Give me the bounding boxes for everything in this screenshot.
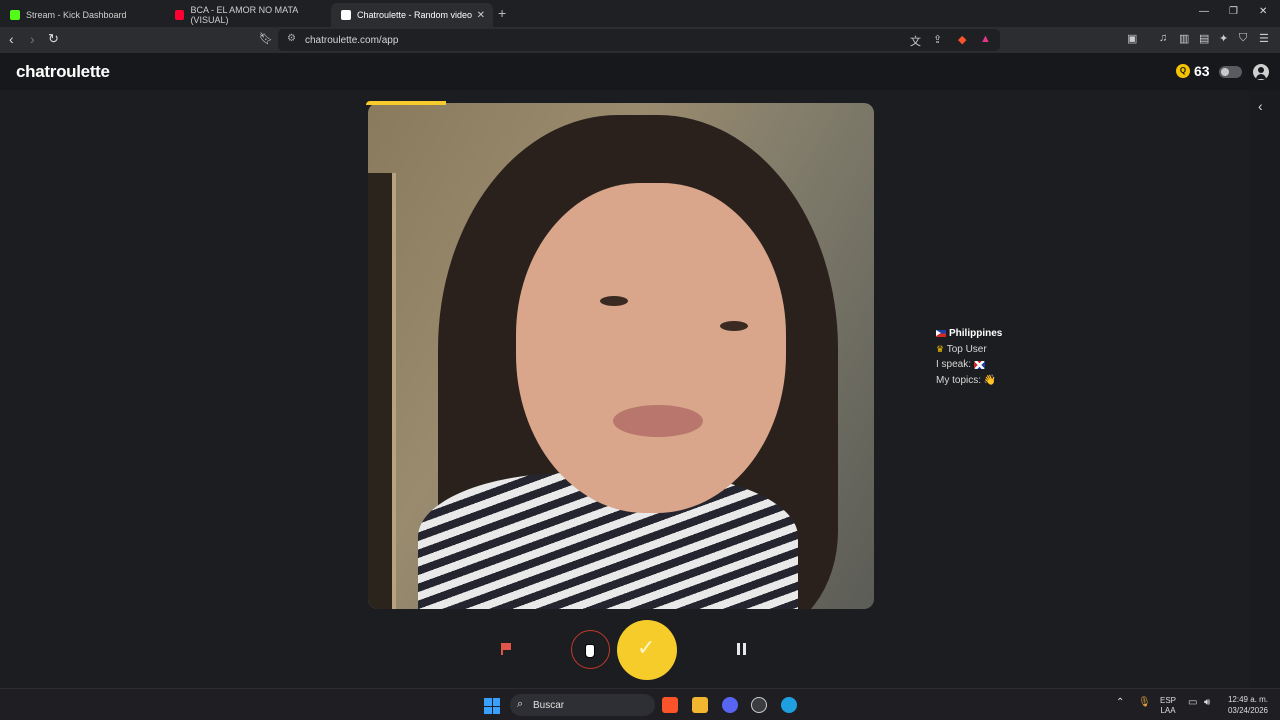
url-text: chatroulette.com/app: [305, 35, 399, 46]
app-icon[interactable]: [751, 697, 767, 713]
windows-start-icon[interactable]: [484, 698, 500, 714]
edge-icon[interactable]: [781, 697, 797, 713]
share-icon[interactable]: ⇪: [933, 33, 942, 46]
check-icon: ✓: [637, 635, 656, 660]
partner-country-row: Philippines: [936, 326, 1002, 342]
system-clock[interactable]: 12:49 a. m. 03/24/2026: [1224, 694, 1268, 716]
wallet-icon[interactable]: ▤: [1199, 32, 1209, 45]
profile-icon[interactable]: [1253, 64, 1269, 80]
microphone-icon[interactable]: 🎙︎: [1138, 697, 1151, 708]
brave-shields-icon[interactable]: ◆: [958, 33, 966, 46]
leo-ai-icon[interactable]: ✦: [1219, 32, 1228, 45]
video-eye: [600, 296, 628, 306]
reload-icon[interactable]: ↻: [48, 31, 59, 47]
music-icon[interactable]: ♫: [1159, 32, 1167, 44]
chevron-left-icon[interactable]: ‹: [1258, 98, 1263, 114]
clock-time: 12:49 a. m.: [1227, 695, 1268, 704]
partner-badge: Top User: [946, 343, 987, 355]
crown-icon: ♛: [936, 343, 945, 354]
forward-icon[interactable]: ›: [30, 31, 35, 47]
accept-button[interactable]: ✓: [617, 620, 677, 680]
partner-languages-row: I speak:: [936, 357, 1002, 373]
back-icon[interactable]: ‹: [9, 31, 14, 47]
partner-country: Philippines: [949, 328, 1003, 339]
chatroulette-tab-icon: [341, 10, 351, 20]
input-language[interactable]: ESP LAA: [1160, 696, 1176, 716]
partner-video: [368, 103, 874, 609]
browser-toolbar: ‹ › ↻ 🔖︎ ⚙︎ chatroulette.com/app 文 ⇪ ◆ ▲…: [0, 27, 1280, 53]
restore-icon[interactable]: ❐: [1229, 6, 1238, 17]
coin-icon: Q: [1176, 64, 1190, 78]
bookmark-icon[interactable]: 🔖︎: [259, 31, 273, 47]
new-tab-button[interactable]: +: [498, 5, 506, 21]
search-placeholder: Buscar: [533, 700, 565, 711]
video-lips: [613, 405, 703, 437]
pause-icon-bar: [743, 643, 746, 655]
chatroulette-logo[interactable]: chatroulette: [16, 62, 110, 82]
partner-info: Philippines ♛ Top User I speak: My topic…: [936, 326, 1002, 388]
browser-tab-bar: Stream - Kick Dashboard BCA - EL AMOR NO…: [0, 0, 1280, 27]
close-window-icon[interactable]: ✕: [1259, 6, 1267, 17]
video-person-face: [516, 183, 786, 513]
wave-icon: 👋: [983, 374, 997, 386]
report-button[interactable]: [500, 643, 512, 655]
tab-title: BCA - EL AMOR NO MATA (VISUAL): [190, 5, 298, 25]
tab-kick-dashboard[interactable]: Stream - Kick Dashboard: [0, 3, 165, 27]
brave-rewards-icon[interactable]: ▲: [980, 33, 991, 45]
pause-icon: [737, 643, 740, 655]
tab-title: Chatroulette - Random video: [357, 10, 472, 20]
kick-icon: [10, 10, 20, 20]
match-timer-progress: [366, 101, 446, 105]
background-door: [368, 173, 396, 609]
coin-balance[interactable]: Q 63: [1176, 63, 1210, 79]
tab-search-icon[interactable]: ▣: [1127, 32, 1137, 45]
menu-icon[interactable]: ☰: [1259, 32, 1269, 45]
volume-icon[interactable]: 🔊︎: [1204, 697, 1210, 708]
tab-chatroulette[interactable]: Chatroulette - Random video ✕: [331, 3, 493, 27]
side-panel: ‹: [1249, 90, 1280, 688]
address-bar[interactable]: ⚙︎ chatroulette.com/app 文 ⇪ ◆ ▲: [278, 29, 1000, 51]
tab-title: Stream - Kick Dashboard: [26, 10, 127, 20]
vpn-icon[interactable]: ⛉: [1239, 32, 1247, 45]
pause-button[interactable]: [737, 643, 747, 655]
uk-flag-icon: [973, 360, 985, 369]
philippines-flag-icon: [936, 329, 946, 337]
search-icon: ⌕: [517, 698, 524, 710]
translate-icon[interactable]: 文: [910, 33, 921, 49]
speaks-label: I speak:: [936, 359, 972, 371]
flag-icon-cloth: [502, 643, 511, 650]
windows-taskbar: ⌕ Buscar ⌃ 🎙︎ ESP LAA ▭ 🔊︎ 12:49 a. m. 0…: [0, 688, 1280, 720]
toggle-knob: [1221, 68, 1229, 76]
minimize-icon[interactable]: —: [1199, 6, 1209, 17]
topics-label: My topics:: [936, 374, 982, 386]
taskbar-search[interactable]: ⌕ Buscar: [510, 694, 655, 716]
theme-toggle[interactable]: [1219, 66, 1242, 78]
video-eye: [720, 321, 748, 331]
brave-browser-icon[interactable]: [662, 697, 678, 713]
tab-youtube-video[interactable]: BCA - EL AMOR NO MATA (VISUAL): [165, 3, 330, 27]
site-settings-icon[interactable]: ⚙︎: [287, 33, 296, 44]
discord-icon[interactable]: [722, 697, 738, 713]
clock-date: 03/24/2026: [1227, 706, 1268, 715]
youtube-icon: [175, 10, 185, 20]
lang-bottom: LAA: [1160, 706, 1176, 715]
lang-top: ESP: [1160, 696, 1177, 705]
close-tab-icon[interactable]: ✕: [477, 10, 485, 21]
partner-badge-row: ♛ Top User: [936, 342, 1002, 358]
show-hidden-icons[interactable]: ⌃: [1116, 697, 1124, 708]
app-header: chatroulette Q 63: [0, 53, 1280, 90]
file-explorer-icon[interactable]: [692, 697, 708, 713]
mouse-cursor: [585, 644, 595, 658]
sidebar-icon[interactable]: ▥: [1179, 32, 1189, 45]
network-icon[interactable]: ▭: [1188, 697, 1197, 708]
partner-topics-row: My topics: 👋: [936, 373, 1002, 389]
coin-count: 63: [1194, 63, 1210, 79]
